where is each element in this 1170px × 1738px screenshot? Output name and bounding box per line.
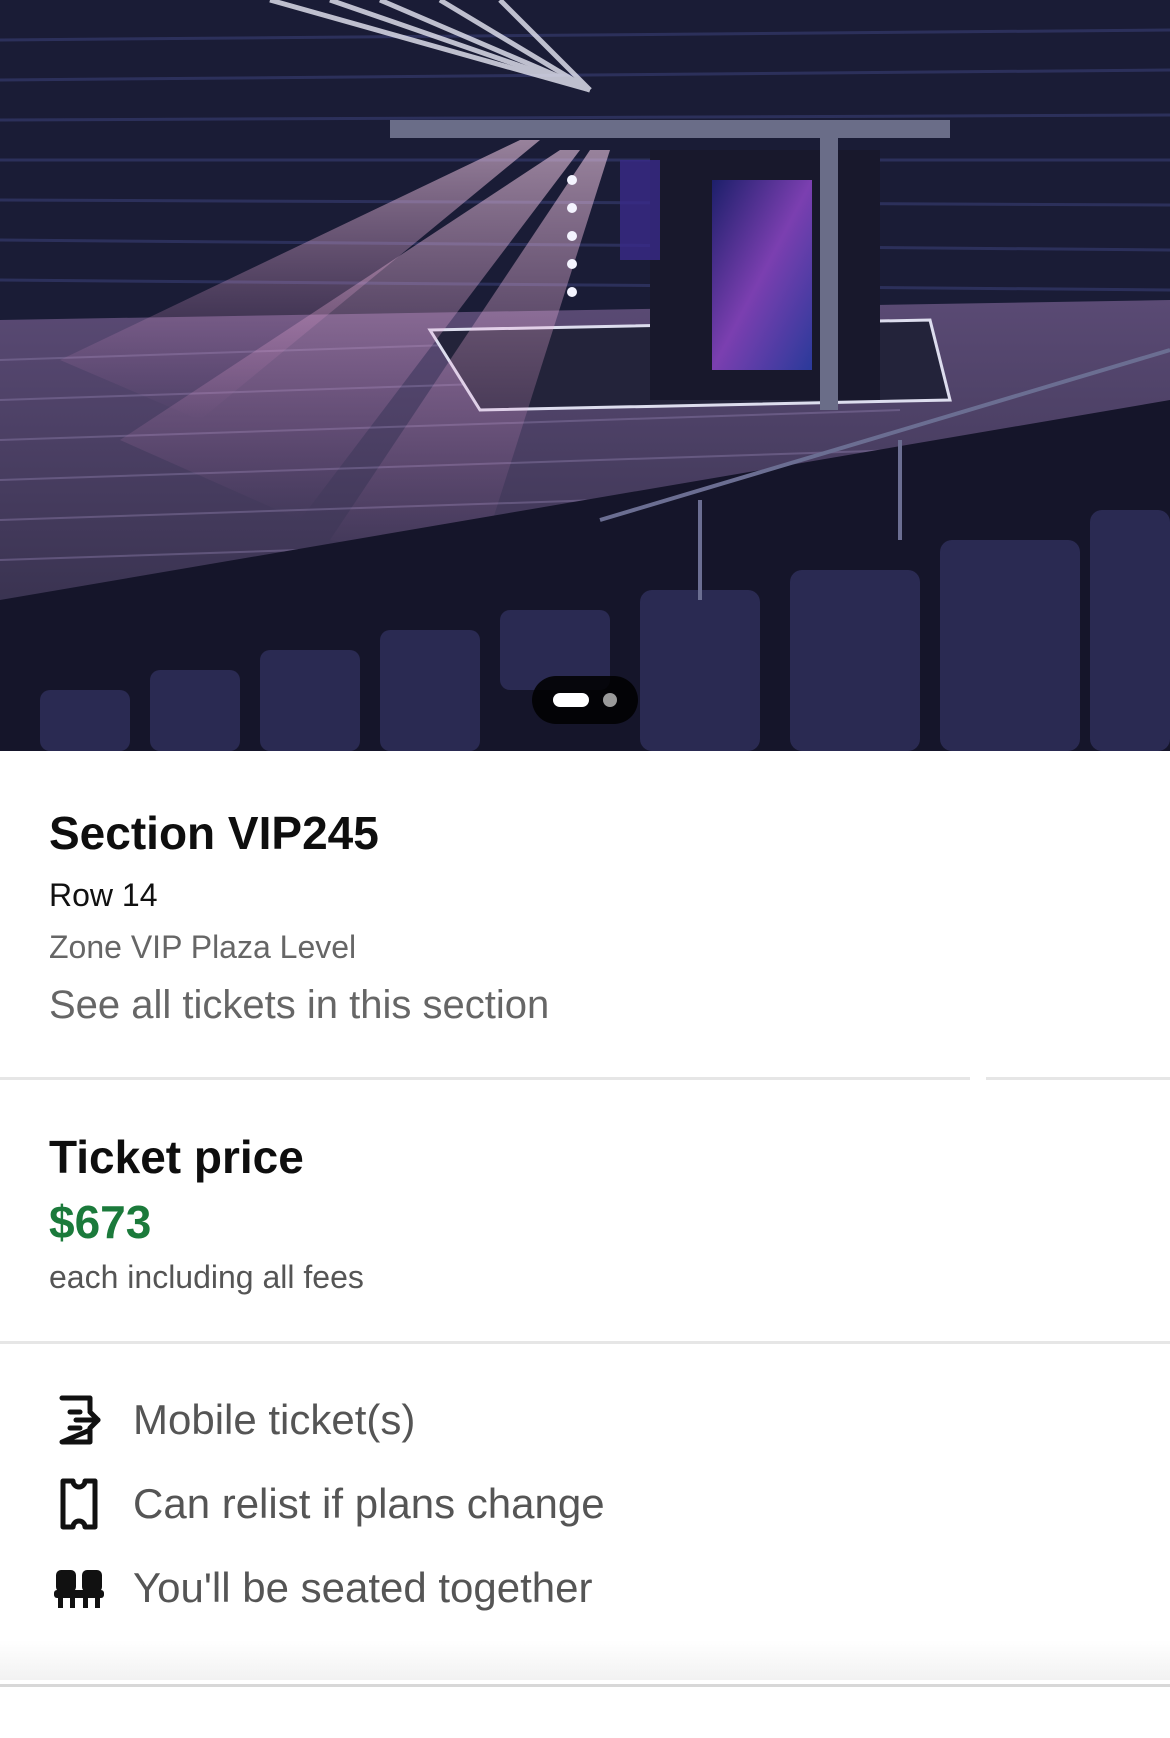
feature-mobile-ticket: Mobile ticket(s) xyxy=(49,1378,1121,1462)
see-all-tickets-link[interactable]: See all tickets in this section xyxy=(49,981,1121,1029)
section-title: Section VIP245 xyxy=(49,807,379,859)
feature-relist: Can relist if plans change xyxy=(49,1462,1121,1546)
feature-label: Mobile ticket(s) xyxy=(133,1396,416,1443)
divider xyxy=(0,1077,1170,1081)
mobile-ticket-icon xyxy=(49,1390,109,1450)
carousel-dot-active[interactable] xyxy=(553,693,589,707)
ticket-features-list: Mobile ticket(s) Can relist if plans cha… xyxy=(0,1344,1170,1630)
feature-label: You'll be seated together xyxy=(133,1564,593,1611)
feature-label: Can relist if plans change xyxy=(133,1480,605,1527)
ticket-price-block: Ticket price $673 each including all fee… xyxy=(0,1081,1170,1297)
seats-together-icon xyxy=(49,1558,109,1618)
ticket-price-title: Ticket price xyxy=(49,1131,304,1183)
ticket-price-note: each including all fees xyxy=(49,1259,364,1295)
section-info: Section VIP245 Row 14 Zone VIP Plaza Lev… xyxy=(0,751,1170,1029)
bottom-divider xyxy=(0,1684,1170,1687)
zone-label: Zone VIP Plaza Level xyxy=(49,929,357,965)
venue-view-image[interactable] xyxy=(0,0,1170,751)
venue-image-graphic xyxy=(0,0,1170,751)
feature-seated-together: You'll be seated together xyxy=(49,1546,1121,1630)
bottom-fade xyxy=(0,1640,1170,1680)
carousel-pagination[interactable] xyxy=(532,676,638,724)
row-label: Row 14 xyxy=(49,877,158,913)
ticket-relist-icon xyxy=(49,1474,109,1534)
ticket-price-amount: $673 xyxy=(49,1196,152,1248)
carousel-dot[interactable] xyxy=(603,693,617,707)
